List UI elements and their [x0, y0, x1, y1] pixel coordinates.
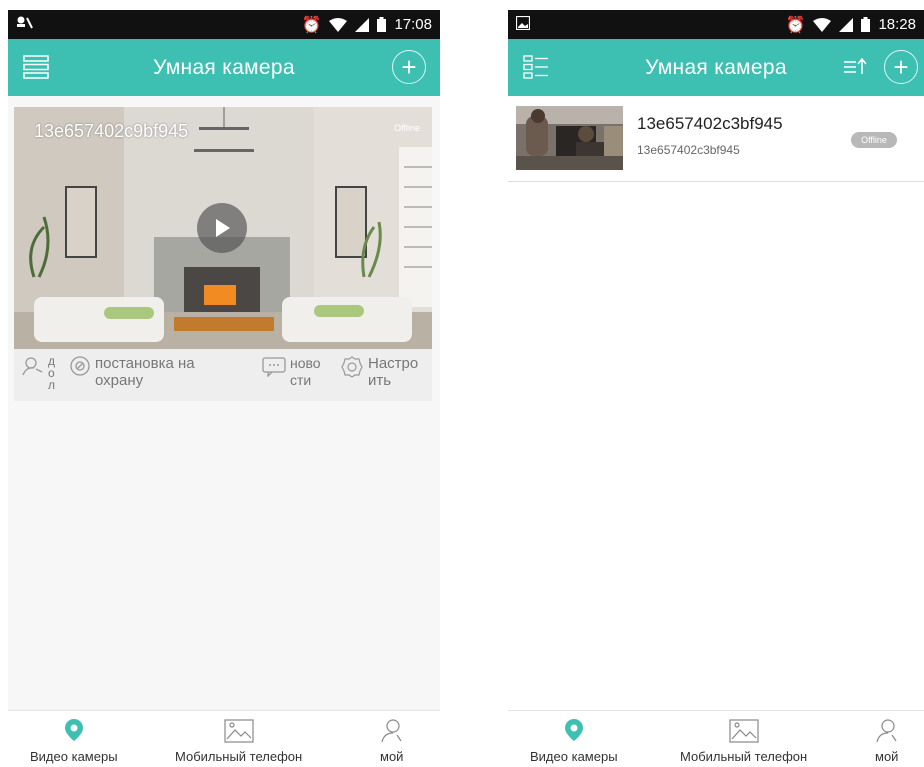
message-icon [262, 357, 286, 377]
camera-card[interactable]: 13e657402c9bf945 Offline д о л постановк… [14, 107, 432, 401]
signal-icon [355, 17, 370, 32]
shield-icon [70, 356, 90, 376]
nav-mobile-phone[interactable]: Мобильный телефон [680, 719, 807, 764]
notification-icon [16, 15, 34, 34]
playback-action[interactable]: д о л [22, 355, 55, 391]
nav-video-label: Видео камеры [30, 749, 118, 764]
news-label: ново сти [290, 355, 321, 388]
wifi-icon [329, 17, 348, 32]
camera-preview-image[interactable]: 13e657402c9bf945 Offline [14, 107, 432, 349]
news-action[interactable]: ново сти [262, 355, 321, 389]
image-icon [728, 719, 759, 743]
add-camera-button[interactable]: + [884, 50, 918, 84]
left-phone-screen: ⏰ 17:08 Умная камера + 13e657402c9bf945 … [8, 10, 440, 767]
nav-mine[interactable]: мой [380, 719, 403, 764]
location-pin-icon [564, 719, 583, 741]
person-icon [381, 719, 402, 743]
nav-mobile-phone[interactable]: Мобильный телефон [175, 719, 302, 764]
settings-action[interactable]: Настро ить [340, 355, 418, 389]
settings-label: Настро ить [368, 355, 419, 389]
status-time: 17:08 [394, 16, 432, 33]
status-time: 18:28 [878, 16, 916, 33]
add-camera-button[interactable]: + [392, 50, 426, 84]
camera-status: Offline [394, 123, 420, 133]
screenshot-icon [515, 15, 531, 33]
bottom-navigation: Видео камеры Мобильный телефон мой [508, 710, 924, 767]
right-phone-screen: ⏰ 18:28 Умная камера + 13e657402c3bf945 … [508, 10, 924, 767]
camera-list-item[interactable]: 13e657402c3bf945 13e657402c3bf945 Offlin… [508, 96, 924, 182]
status-bar: ⏰ 18:28 [508, 10, 924, 39]
camera-name: 13e657402c9bf945 [34, 121, 189, 141]
bottom-navigation: Видео камеры Мобильный телефон мой [8, 710, 440, 767]
person-icon [876, 719, 897, 743]
app-bar: Умная камера + [8, 39, 440, 96]
arm-label: постановка на охрану [95, 355, 195, 389]
arm-action[interactable]: постановка на охрану [69, 355, 195, 389]
image-icon [223, 719, 254, 743]
battery-icon [377, 17, 387, 32]
nav-mine-label: мой [380, 749, 404, 764]
nav-video-label: Видео камеры [530, 749, 618, 764]
nav-video-cameras[interactable]: Видео камеры [530, 719, 618, 764]
nav-mine[interactable]: мой [875, 719, 898, 764]
play-button[interactable] [197, 203, 247, 253]
camera-id: 13e657402c3bf945 [637, 143, 740, 157]
nav-mobile-label: Мобильный телефон [680, 749, 808, 764]
page-title: Умная камера [153, 55, 295, 79]
alarm-icon: ⏰ [301, 15, 322, 34]
camera-name: 13e657402c3bf945 [637, 114, 783, 133]
nav-mine-label: мой [875, 749, 899, 764]
menu-icon[interactable] [22, 53, 50, 81]
list-menu-icon[interactable] [522, 53, 550, 81]
nav-mobile-label: Мобильный телефон [175, 749, 303, 764]
app-bar: Умная камера + [508, 39, 924, 96]
play-icon [216, 219, 230, 237]
page-title: Умная камера [645, 55, 787, 79]
battery-icon [861, 17, 871, 32]
camera-thumbnail [516, 106, 623, 170]
status-bar: ⏰ 17:08 [8, 10, 440, 39]
playback-user-icon [22, 357, 43, 376]
nav-video-cameras[interactable]: Видео камеры [30, 719, 118, 764]
wifi-icon [813, 17, 832, 32]
status-badge: Offline [851, 132, 897, 148]
sort-icon[interactable] [842, 54, 868, 80]
gear-icon [341, 356, 363, 378]
camera-actions: д о л постановка на охрану ново сти Наст… [14, 349, 432, 401]
signal-icon [839, 17, 854, 32]
location-pin-icon [64, 719, 83, 741]
playback-label: д о л [48, 354, 56, 392]
alarm-icon: ⏰ [785, 15, 806, 34]
